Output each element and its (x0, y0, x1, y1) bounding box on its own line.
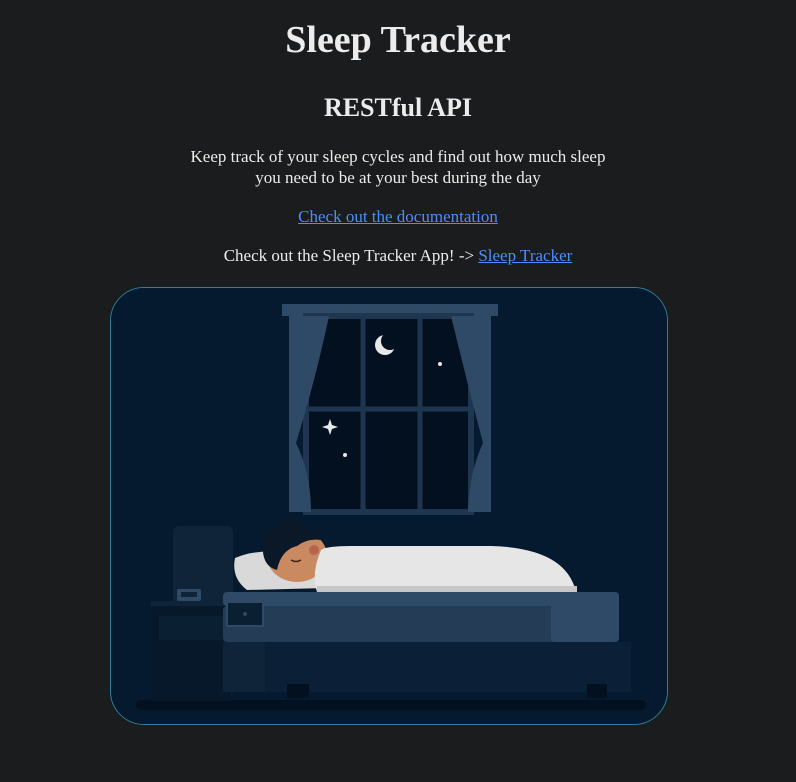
bedroom-scene (111, 288, 667, 724)
floor-shadow (136, 700, 646, 710)
sleep-illustration (110, 287, 668, 725)
app-link-prefix: Check out the Sleep Tracker App! -> (223, 246, 479, 265)
sleep-tracker-app-link[interactable]: Sleep Tracker (478, 246, 572, 265)
star-icon (343, 453, 347, 457)
page: Sleep Tracker RESTful API Keep track of … (0, 0, 796, 782)
documentation-line: Check out the documentation (0, 206, 796, 228)
page-subtitle: RESTful API (323, 93, 473, 122)
star-icon (438, 362, 442, 366)
documentation-link[interactable]: Check out the documentation (298, 207, 498, 226)
page-title: Sleep Tracker (285, 19, 511, 61)
nightstand (151, 601, 231, 701)
description: Keep track of your sleep cycles and find… (190, 147, 606, 187)
alarm-clock-icon (177, 589, 201, 601)
bed (223, 592, 631, 698)
app-line: Check out the Sleep Tracker App! -> Slee… (0, 245, 796, 267)
